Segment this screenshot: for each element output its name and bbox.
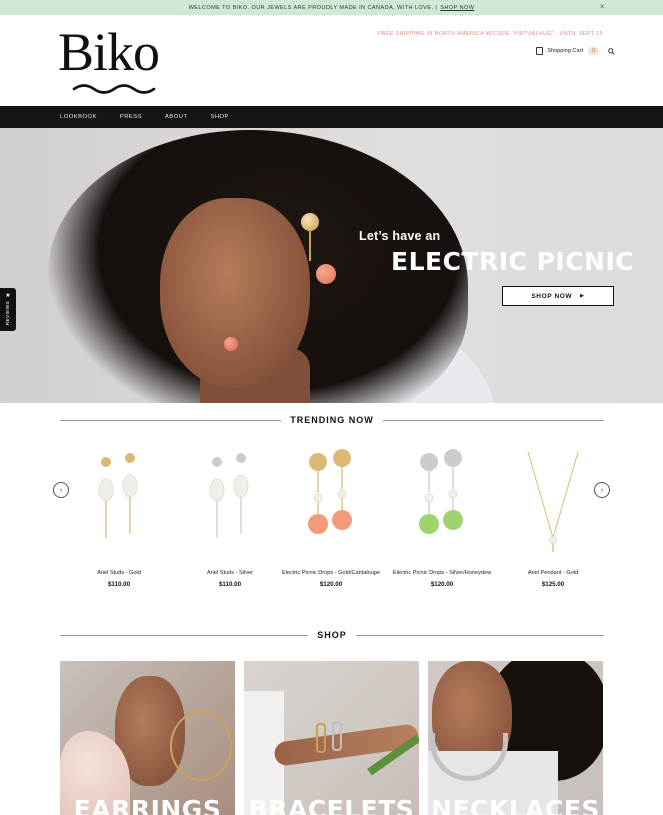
product-image[interactable] (88, 448, 150, 560)
product-name[interactable]: Ariel Studs - Silver (175, 570, 285, 576)
nav-item-about[interactable]: ABOUT (165, 114, 187, 120)
tile-label-bracelets: BRACELETS (248, 795, 415, 815)
hero-earring-stud (301, 213, 319, 231)
product-price: $125.00 (541, 581, 565, 588)
hero-banner[interactable]: Let’s have an ELECTRIC PICNIC SHOP NOW ▶ (0, 128, 663, 403)
announcement-text: WELCOME TO BIKO. OUR JEWELS ARE PROUDLY … (188, 4, 438, 11)
reviews-tab-label: REVIEWS (5, 301, 11, 326)
tile-label-earrings: EARRINGS (73, 795, 222, 815)
divider-line (60, 634, 309, 636)
product-price: $110.00 (107, 581, 131, 588)
tile-label-necklaces: NECKLACES (431, 795, 600, 815)
product-card[interactable]: Ariel Studs - Silver $110.00 (175, 436, 285, 596)
trending-title: TRENDING NOW (290, 415, 374, 425)
hoop-earring-image (170, 711, 232, 781)
nav-item-press[interactable]: PRESS (120, 114, 142, 120)
product-image[interactable] (300, 448, 362, 560)
hero-earring-ball-left (224, 337, 238, 351)
shopping-cart-link[interactable]: Shopping Cart (547, 48, 583, 54)
category-tile-earrings[interactable]: EARRINGS (60, 661, 235, 815)
trending-header: TRENDING NOW (60, 415, 604, 425)
hero-model-face (160, 198, 310, 388)
tile-model-arm (273, 723, 419, 767)
announcement-close-icon[interactable]: × (600, 2, 605, 11)
star-icon: ★ (5, 293, 11, 299)
product-card[interactable]: Electric Picnic Drops - Gold/Cantaloupe $… (276, 436, 386, 596)
hero-earring-bar (309, 231, 311, 261)
announcement-shop-now-link[interactable]: SHOP NOW (440, 5, 474, 11)
biko-logo[interactable]: Biko (58, 25, 188, 97)
product-name[interactable]: Ariel Studs - Gold (64, 570, 174, 576)
main-nav: LOOKBOOK PRESS ABOUT SHOP (0, 106, 663, 128)
cart-count-badge: 0 (588, 47, 599, 55)
divider-line (355, 634, 605, 636)
hero-subheading: Let’s have an (359, 229, 441, 243)
divider-line (382, 419, 604, 421)
arrow-right-icon: ▶ (580, 293, 585, 299)
category-tile-necklaces[interactable]: NECKLACES (428, 661, 603, 815)
trending-products: Ariel Studs - Gold $110.00 Ariel Studs - S… (58, 436, 606, 596)
hero-headline: ELECTRIC PICNIC (391, 247, 635, 276)
hero-earring-ball (316, 264, 336, 284)
reviews-tab[interactable]: ★ REVIEWS (0, 288, 16, 331)
product-name[interactable]: Electric Picnic Drops - Gold/Cantaloupe (276, 570, 386, 576)
product-price: $120.00 (319, 581, 343, 588)
site-header: Biko FREE SHIPPING IN NORTH AMERICA W/CO… (0, 15, 663, 106)
shopping-bag-icon[interactable] (536, 47, 544, 55)
bracelet-gold-image (316, 723, 326, 753)
product-price: $110.00 (218, 581, 242, 588)
product-card[interactable]: Ariel Studs - Gold $110.00 (64, 436, 174, 596)
search-icon[interactable] (608, 47, 615, 55)
product-card[interactable]: Ariel Pendant - Gold $125.00 (498, 436, 608, 596)
hero-shop-now-button[interactable]: SHOP NOW ▶ (502, 286, 614, 306)
product-name[interactable]: Electric Picnic Drops - Silver/Honeydew (387, 570, 497, 576)
product-image[interactable] (411, 448, 473, 560)
announcement-bar: WELCOME TO BIKO. OUR JEWELS ARE PROUDLY … (0, 0, 663, 15)
category-tile-bracelets[interactable]: BRACELETS (244, 661, 419, 815)
product-image[interactable] (522, 448, 584, 560)
logo-wave-icon (72, 84, 156, 94)
product-price: $120.00 (430, 581, 454, 588)
hero-shop-now-label: SHOP NOW (531, 292, 573, 300)
shipping-notice: FREE SHIPPING IN NORTH AMERICA W/CODE 'V… (377, 31, 603, 37)
shop-header: SHOP (60, 630, 605, 640)
logo-wordmark: Biko (58, 22, 160, 82)
product-card[interactable]: Electric Picnic Drops - Silver/Honeydew $… (387, 436, 497, 596)
nav-item-lookbook[interactable]: LOOKBOOK (60, 114, 97, 120)
divider-line (60, 419, 282, 421)
bracelet-silver-image (332, 721, 342, 751)
cart-area: Shopping Cart 0 (536, 47, 615, 55)
shop-categories: EARRINGS BRACELETS NECKLACES (60, 661, 604, 815)
product-image[interactable] (199, 448, 261, 560)
product-name[interactable]: Ariel Pendant - Gold (498, 570, 608, 576)
nav-item-shop[interactable]: SHOP (211, 114, 229, 120)
shop-title: SHOP (317, 630, 347, 640)
